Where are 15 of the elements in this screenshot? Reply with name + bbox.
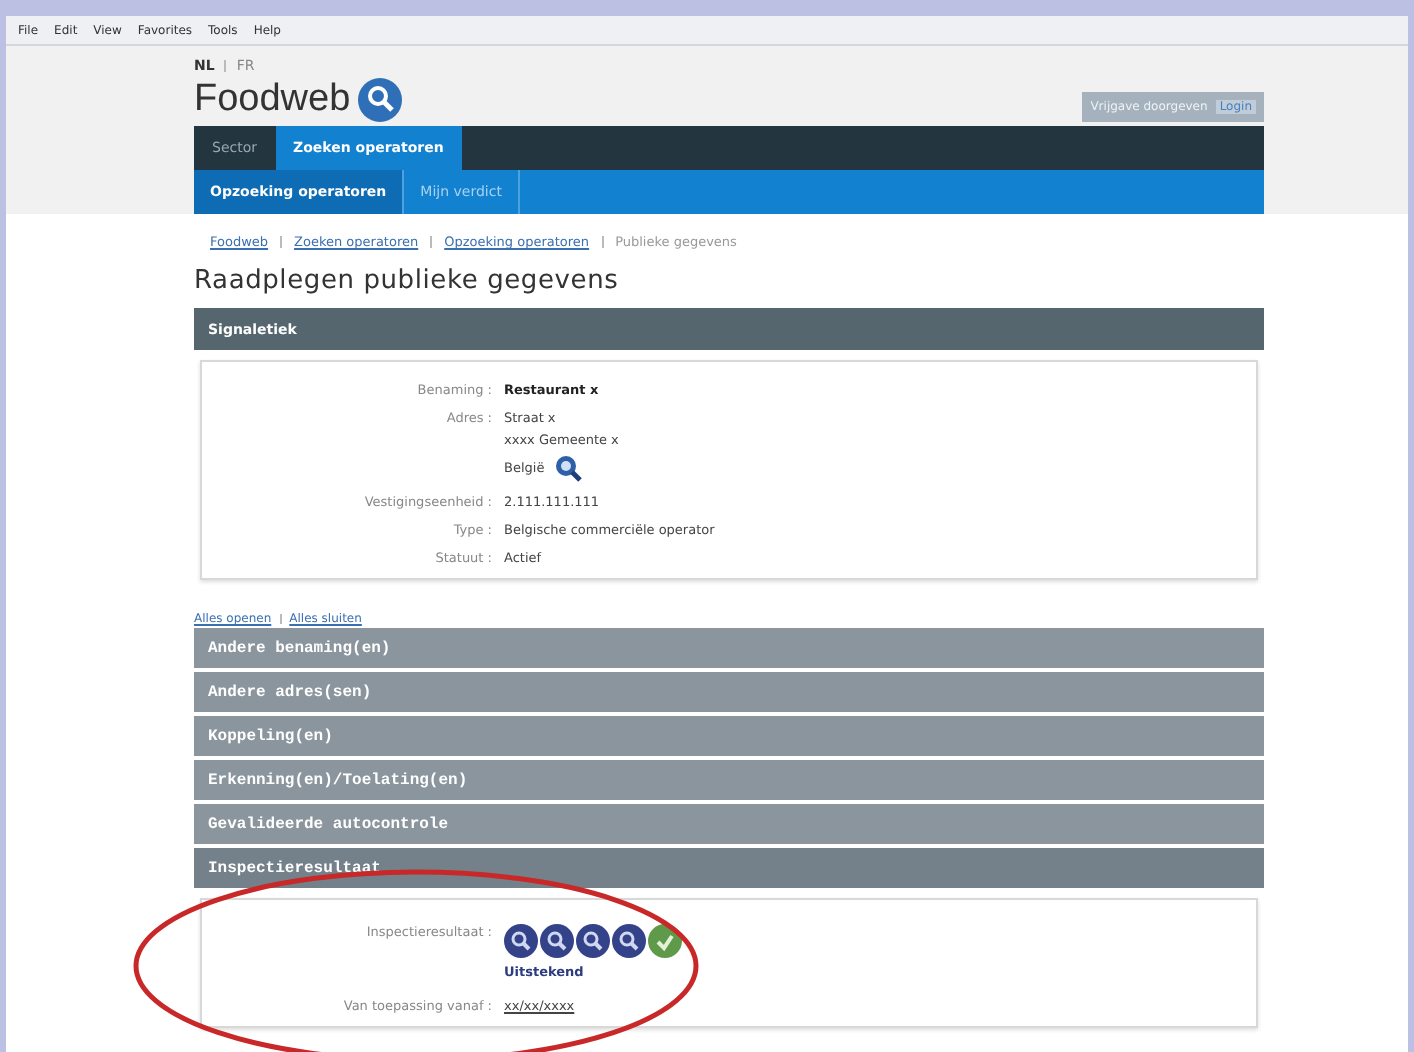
magnifier-circle-icon [612,924,646,958]
section-header[interactable]: Andere adres(sen) [194,672,1264,712]
section-header[interactable]: Erkenning(en)/Toelating(en) [194,760,1264,800]
magnifier-circle-icon [504,924,538,958]
logo-text: Foodweb [194,78,351,122]
magnifier-circle-icon [540,924,574,958]
section-header[interactable]: Gevalideerde autocontrole [194,804,1264,844]
magnifier-circle-icon [576,924,610,958]
check-circle-icon [648,924,682,958]
section-header[interactable]: Andere benaming(en) [194,628,1264,668]
section-header[interactable]: Inspectieresultaat [194,848,1264,888]
magnifier-icon[interactable] [554,454,583,482]
page-title: Raadplegen publieke gegevens [194,266,621,296]
section-header[interactable]: Koppeling(en) [194,716,1264,756]
magnifier-logo-icon [358,78,403,122]
